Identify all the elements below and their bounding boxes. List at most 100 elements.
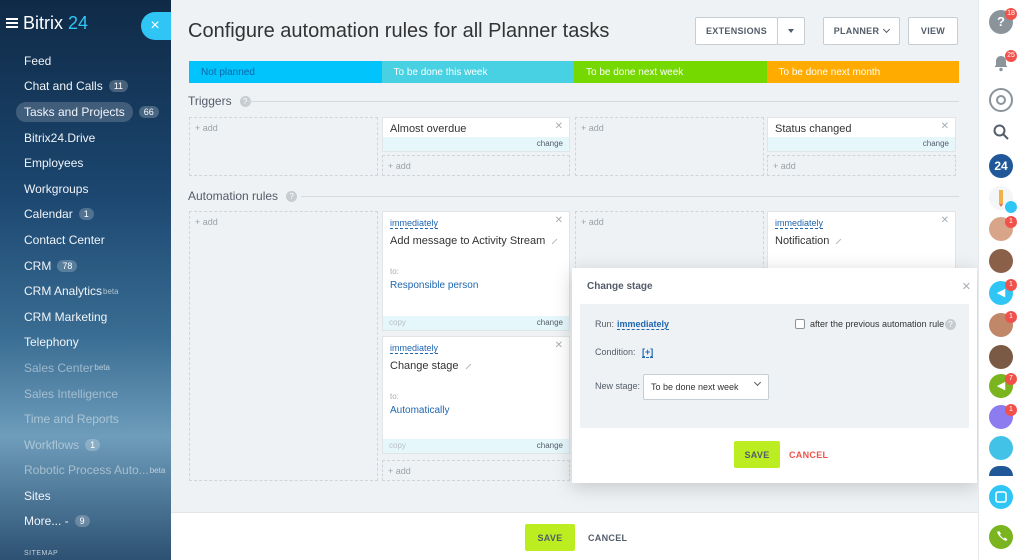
sidebar-menu: FeedChat and Calls11Tasks and Projects66…: [0, 48, 171, 534]
add-condition-link[interactable]: [+]: [642, 347, 653, 358]
sitemap-link[interactable]: SITEMAP: [24, 550, 58, 557]
sidebar-item[interactable]: Calendar1: [0, 202, 171, 228]
cancel-button[interactable]: CANCEL: [588, 533, 627, 543]
copy-link[interactable]: copy: [389, 318, 406, 327]
dialog-save-button[interactable]: SAVE: [734, 441, 780, 468]
close-icon[interactable]: ✕: [555, 215, 563, 226]
trigger-card-almost-overdue[interactable]: Almost overdue ✕ change: [382, 117, 570, 152]
rule-add-this-week[interactable]: + add: [382, 460, 570, 481]
sidebar-item[interactable]: CRM Analyticsbeta: [0, 278, 171, 304]
trigger-add-next-month[interactable]: + add: [767, 155, 956, 176]
sidebar-item[interactable]: CRM Marketing: [0, 304, 171, 330]
group-badge: 1: [1005, 404, 1017, 416]
sidebar-item-label: Chat and Calls: [24, 79, 103, 93]
run-timing-link[interactable]: immediately: [390, 218, 438, 229]
run-timing-link[interactable]: immediately: [390, 343, 438, 354]
view-button[interactable]: VIEW: [908, 17, 958, 45]
new-stage-select[interactable]: To be done next week: [643, 374, 769, 400]
sidebar-item[interactable]: Sites: [0, 483, 171, 509]
sidebar-item[interactable]: Contact Center: [0, 227, 171, 253]
sidebar-item[interactable]: Bitrix24.Drive: [0, 125, 171, 151]
sidebar-item[interactable]: Chat and Calls11: [0, 74, 171, 100]
close-icon[interactable]: ✕: [962, 280, 971, 293]
rule-card-notification[interactable]: immediately ✕ Notification: [767, 211, 956, 271]
rule-stage-value: Automatically: [390, 405, 449, 416]
run-timing-link[interactable]: immediately: [617, 319, 669, 330]
sidebar-item[interactable]: CRM78: [0, 253, 171, 279]
chevron-down-icon: [883, 26, 890, 33]
sidebar-item-label: Robotic Process Auto...: [24, 463, 149, 477]
phone-icon[interactable]: [989, 525, 1013, 549]
change-link[interactable]: change: [923, 139, 949, 148]
close-icon[interactable]: ✕: [941, 215, 949, 226]
trigger-add-this-week[interactable]: + add: [382, 155, 570, 176]
sidebar-item[interactable]: Time and Reports: [0, 406, 171, 432]
sidebar-item[interactable]: Robotic Process Auto...beta: [0, 458, 171, 484]
pencil-icon[interactable]: [552, 238, 558, 244]
beta-label: beta: [94, 363, 110, 372]
extensions-button[interactable]: EXTENSIONS: [695, 17, 778, 45]
stage-header-row: Not plannedTo be done this weekTo be don…: [189, 61, 959, 83]
help-icon[interactable]: ?: [286, 191, 297, 202]
beta-label: beta: [103, 287, 119, 296]
sidebar-item[interactable]: Tasks and Projects66: [0, 99, 171, 125]
change-link[interactable]: change: [537, 318, 563, 327]
help-icon[interactable]: ?: [945, 319, 956, 330]
search-icon[interactable]: [989, 120, 1013, 144]
dialog-cancel-button[interactable]: CANCEL: [789, 450, 828, 460]
counter-badge: 9: [75, 515, 90, 527]
sidebar-item[interactable]: Sales Intelligence: [0, 381, 171, 407]
dialog-title: Change stage: [587, 281, 653, 292]
bitrix24-icon[interactable]: 24: [989, 154, 1013, 178]
avatar[interactable]: [989, 345, 1013, 369]
save-button[interactable]: SAVE: [525, 524, 575, 551]
rule-to-label: to:: [390, 392, 399, 401]
sidebar-item[interactable]: More... -9: [0, 509, 171, 535]
sidebar-item[interactable]: Sales Centerbeta: [0, 355, 171, 381]
rule-card-add-message[interactable]: immediately ✕ Add message to Activity St…: [382, 211, 570, 331]
sidebar-item[interactable]: Feed: [0, 48, 171, 74]
rule-title: Change stage: [390, 360, 472, 372]
menu-icon[interactable]: [6, 18, 18, 28]
page-title: Configure automation rules for all Plann…: [188, 20, 609, 43]
avatar[interactable]: [989, 466, 1013, 476]
extensions-dropdown-button[interactable]: [777, 17, 805, 45]
after-previous-checkbox[interactable]: [795, 319, 805, 329]
sidebar-item[interactable]: Employees: [0, 150, 171, 176]
trigger-card-status-changed[interactable]: Status changed ✕ change: [767, 117, 956, 152]
stage-header: To be done this week: [382, 61, 575, 83]
change-stage-dialog: Change stage ✕ Run: immediately after th…: [572, 268, 977, 483]
sidebar-item[interactable]: Workgroups: [0, 176, 171, 202]
share-screen-icon[interactable]: [989, 485, 1013, 509]
sidebar-item-label: CRM Analytics: [24, 284, 102, 298]
divider: [301, 196, 959, 197]
close-icon[interactable]: ✕: [555, 121, 563, 132]
change-link[interactable]: change: [537, 441, 563, 450]
brand-logo[interactable]: Bitrix24: [23, 13, 88, 34]
chat-icon[interactable]: [989, 88, 1013, 112]
condition-label: Condition:: [595, 347, 636, 357]
avatar-badge: 1: [1005, 216, 1017, 228]
megaphone-badge: 1: [1005, 279, 1017, 291]
close-icon[interactable]: ✕: [941, 121, 949, 132]
pencil-icon[interactable]: [465, 363, 471, 369]
rule-recipient: Responsible person: [390, 280, 478, 291]
planner-button[interactable]: PLANNER: [823, 17, 900, 45]
beta-label: beta: [150, 466, 166, 475]
avatar[interactable]: [989, 249, 1013, 273]
sidebar-item-label: Workflows: [24, 438, 79, 452]
rule-drop-zone-not-planned[interactable]: + add: [189, 211, 378, 481]
sidebar-item-label: Telephony: [24, 335, 79, 349]
sidebar-item[interactable]: Workflows1: [0, 432, 171, 458]
trigger-drop-zone-not-planned[interactable]: + add: [189, 117, 378, 176]
bot-icon[interactable]: [989, 436, 1013, 460]
copy-link[interactable]: copy: [389, 441, 406, 450]
change-link[interactable]: change: [537, 139, 563, 148]
run-timing-link[interactable]: immediately: [775, 218, 823, 229]
close-icon[interactable]: ×: [141, 12, 171, 40]
sidebar-item[interactable]: Telephony: [0, 330, 171, 356]
trigger-drop-zone-next-week[interactable]: + add: [575, 117, 764, 176]
close-icon[interactable]: ✕: [555, 340, 563, 351]
pencil-icon[interactable]: [836, 238, 842, 244]
rule-card-change-stage[interactable]: immediately ✕ Change stage to: Automatic…: [382, 336, 570, 454]
